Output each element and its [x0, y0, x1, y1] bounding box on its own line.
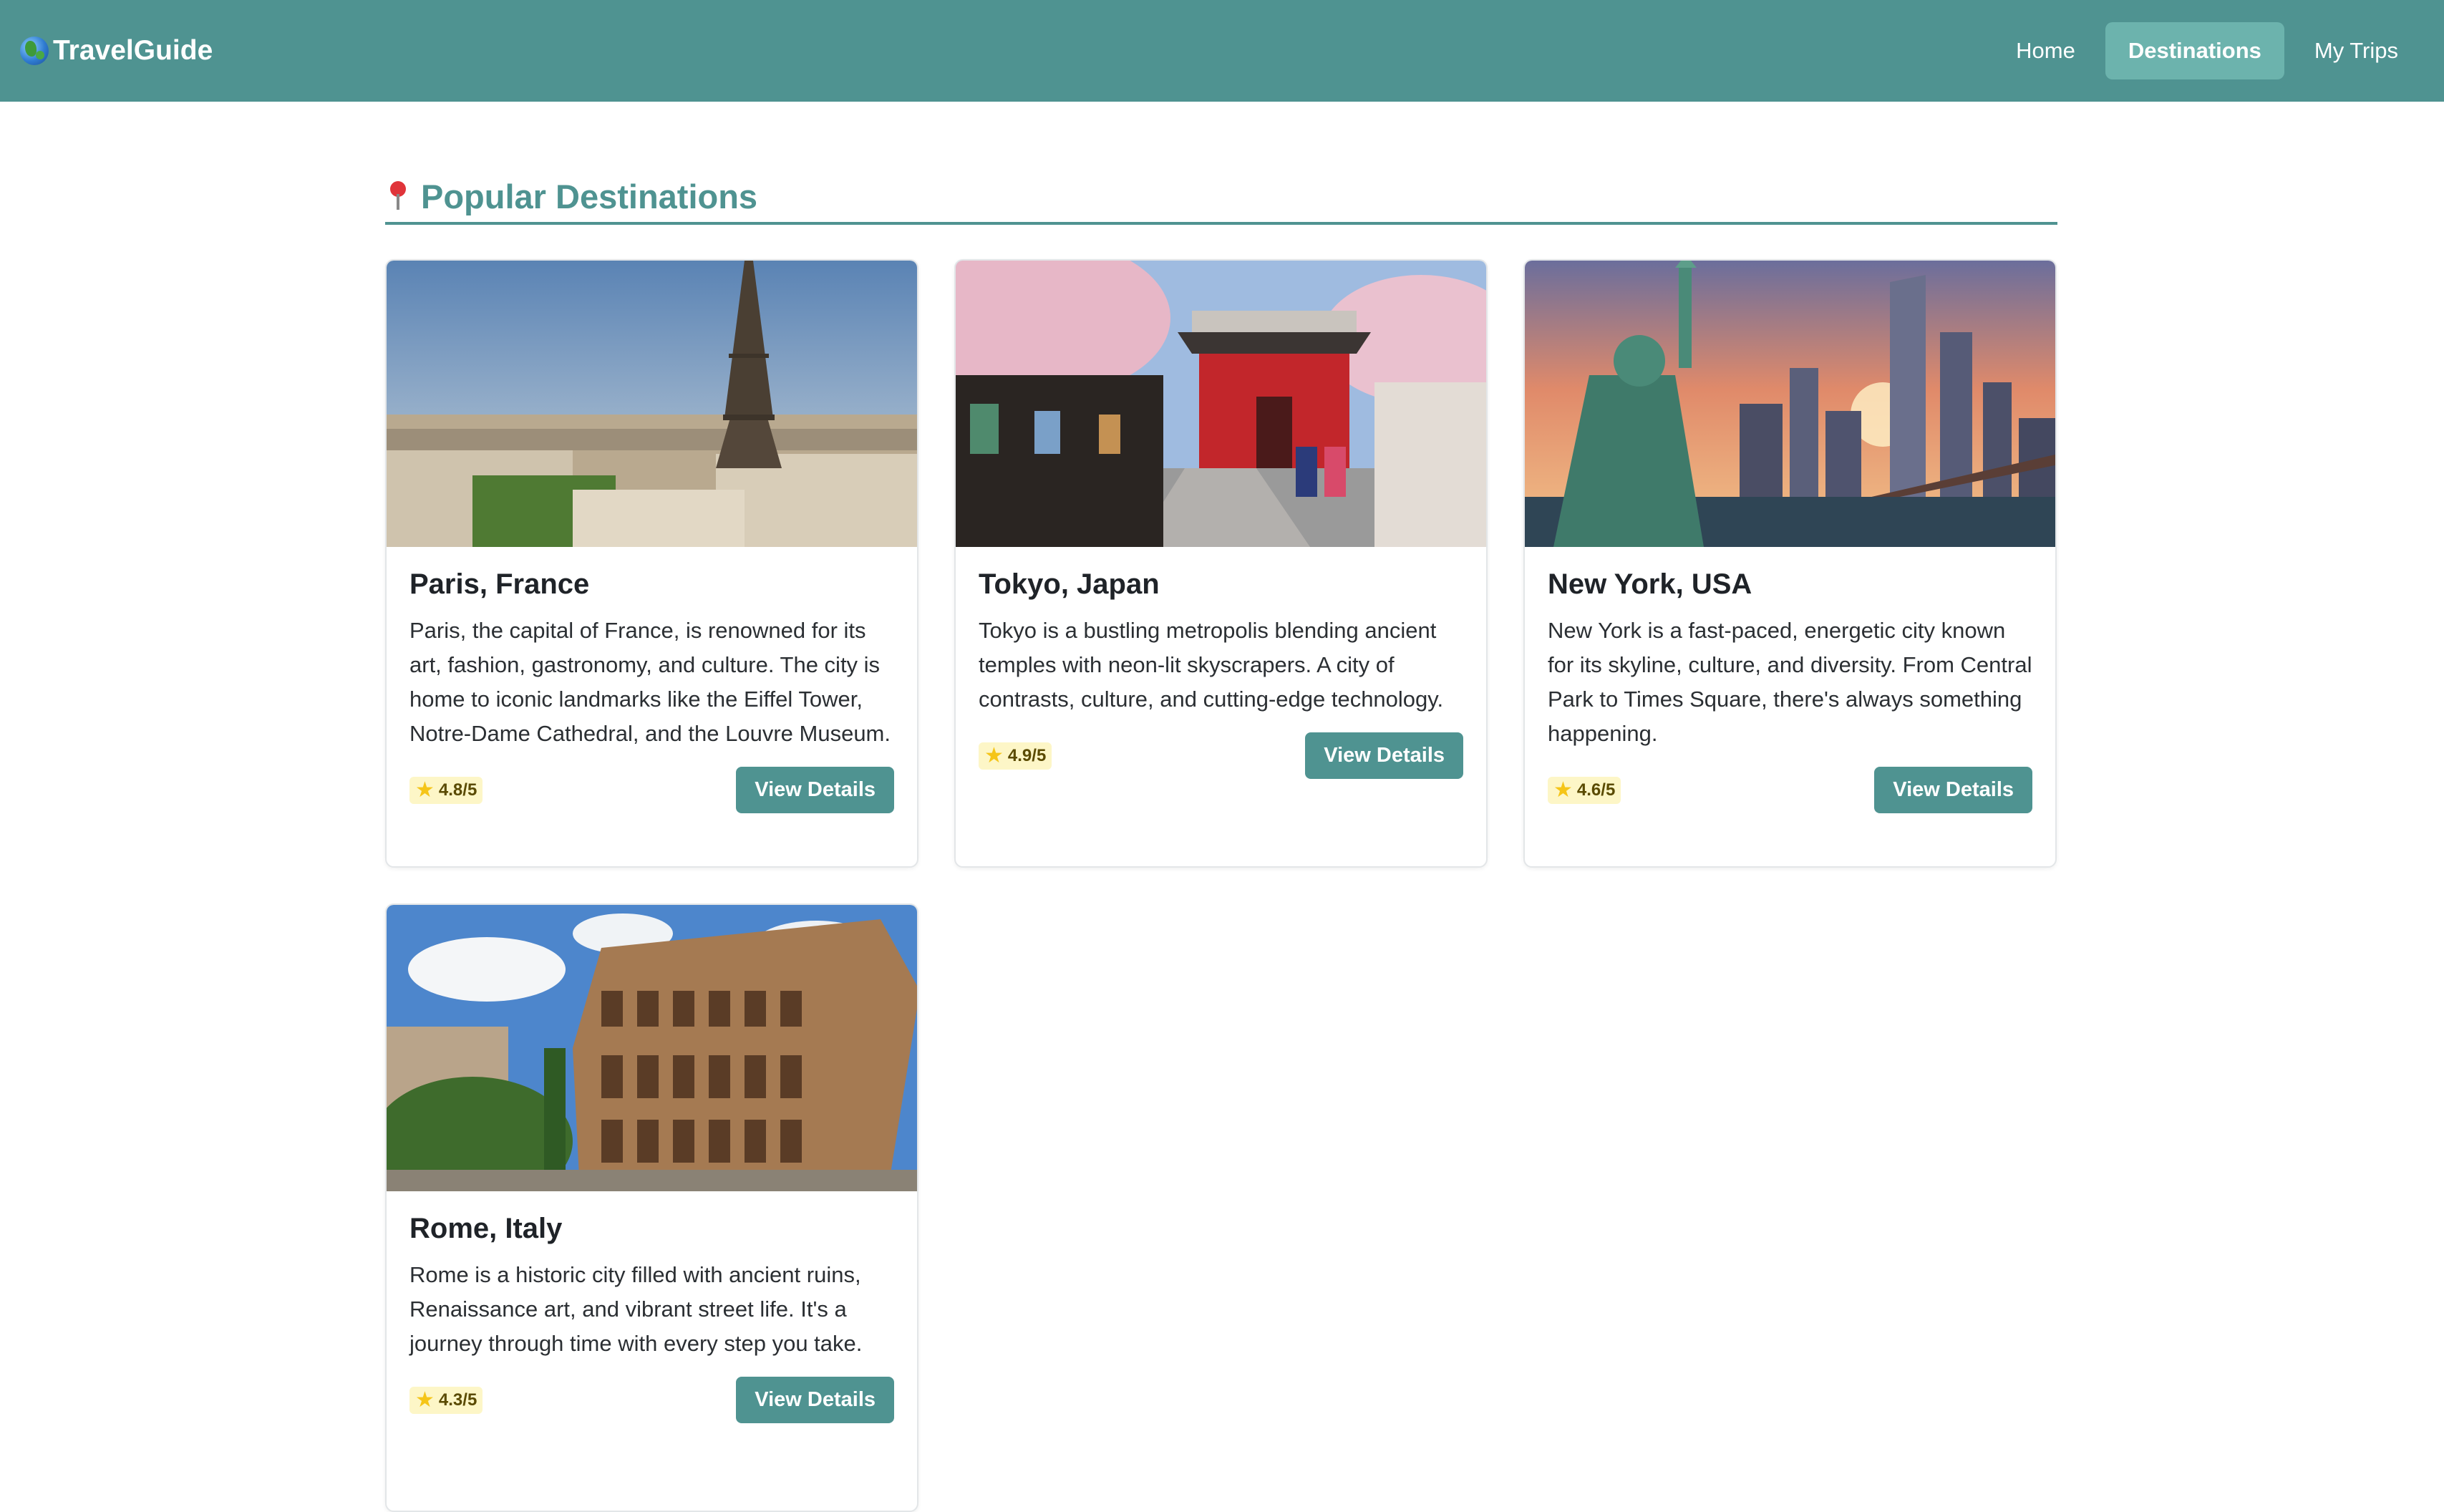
destination-card-new-york: New York, USA New York is a fast-paced, …: [1523, 259, 2057, 868]
destination-description: Tokyo is a bustling metropolis blending …: [979, 618, 1444, 712]
star-icon: ★: [415, 1387, 435, 1412]
nav-my-trips[interactable]: My Trips: [2292, 22, 2421, 79]
top-navbar: TravelGuide Home Destinations My Trips: [0, 0, 2444, 102]
section-divider: [385, 222, 2057, 225]
card-footer: ★ 4.6/5 View Details: [1548, 767, 2032, 813]
rating-value: 4.3/5: [438, 1390, 477, 1410]
eiffel-tower-photo: [387, 261, 917, 547]
rating-value: 4.8/5: [438, 780, 477, 800]
rating-badge: ★ 4.6/5: [1548, 776, 1621, 804]
destination-name: Paris, France: [409, 568, 590, 600]
card-body: Rome, Italy Rome is a historic city fill…: [387, 1191, 917, 1423]
star-icon: ★: [1553, 777, 1573, 802]
colosseum-photo: [387, 905, 917, 1191]
destination-card-tokyo: Tokyo, Japan Tokyo is a bustling metropo…: [954, 259, 1488, 868]
brand-name: TravelGuide: [53, 35, 213, 66]
statue-of-liberty-photo: [1525, 261, 2055, 547]
destination-description: Paris, the capital of France, is renowne…: [409, 618, 891, 746]
rating-badge: ★ 4.8/5: [409, 776, 483, 804]
card-footer: ★ 4.9/5 View Details: [979, 732, 1463, 779]
nav-links: Home Destinations My Trips: [1993, 22, 2421, 79]
rating-value: 4.9/5: [1007, 745, 1047, 765]
destination-name: Tokyo, Japan: [979, 568, 1160, 600]
tokyo-temple-photo: [956, 261, 1486, 547]
view-details-button[interactable]: View Details: [1874, 767, 2032, 813]
section-title-text: Popular Destinations: [421, 177, 758, 215]
nav-destinations[interactable]: Destinations: [2105, 22, 2284, 79]
view-details-button[interactable]: View Details: [736, 1377, 894, 1423]
destination-name: New York, USA: [1548, 568, 1752, 600]
nav-home[interactable]: Home: [1993, 22, 2098, 79]
destinations-grid: Paris, France Paris, the capital of Fran…: [385, 259, 2057, 1512]
section-heading: Popular Destinations: [385, 170, 2057, 222]
star-icon: ★: [984, 743, 1004, 767]
destination-description: New York is a fast-paced, energetic city…: [1548, 618, 2032, 746]
card-body: New York, USA New York is a fast-paced, …: [1525, 547, 2055, 813]
view-details-button[interactable]: View Details: [736, 767, 894, 813]
card-body: Tokyo, Japan Tokyo is a bustling metropo…: [956, 547, 1486, 779]
rating-value: 4.6/5: [1576, 780, 1616, 800]
destination-description: Rome is a historic city filled with anci…: [409, 1262, 863, 1356]
rating-badge: ★ 4.9/5: [979, 742, 1052, 770]
globe-icon: [20, 37, 49, 65]
card-body: Paris, France Paris, the capital of Fran…: [387, 547, 917, 813]
destination-name: Rome, Italy: [409, 1213, 563, 1244]
star-icon: ★: [415, 777, 435, 802]
destination-card-rome: Rome, Italy Rome is a historic city fill…: [385, 903, 918, 1512]
brand-logo[interactable]: TravelGuide: [20, 35, 213, 67]
card-footer: ★ 4.8/5 View Details: [409, 767, 894, 813]
map-pin-icon: [385, 180, 411, 213]
view-details-button[interactable]: View Details: [1305, 732, 1463, 779]
destination-card-paris: Paris, France Paris, the capital of Fran…: [385, 259, 918, 868]
main-content: Popular Destinations Paris, France Paris…: [385, 102, 2057, 1512]
rating-badge: ★ 4.3/5: [409, 1386, 483, 1414]
card-footer: ★ 4.3/5 View Details: [409, 1377, 894, 1423]
